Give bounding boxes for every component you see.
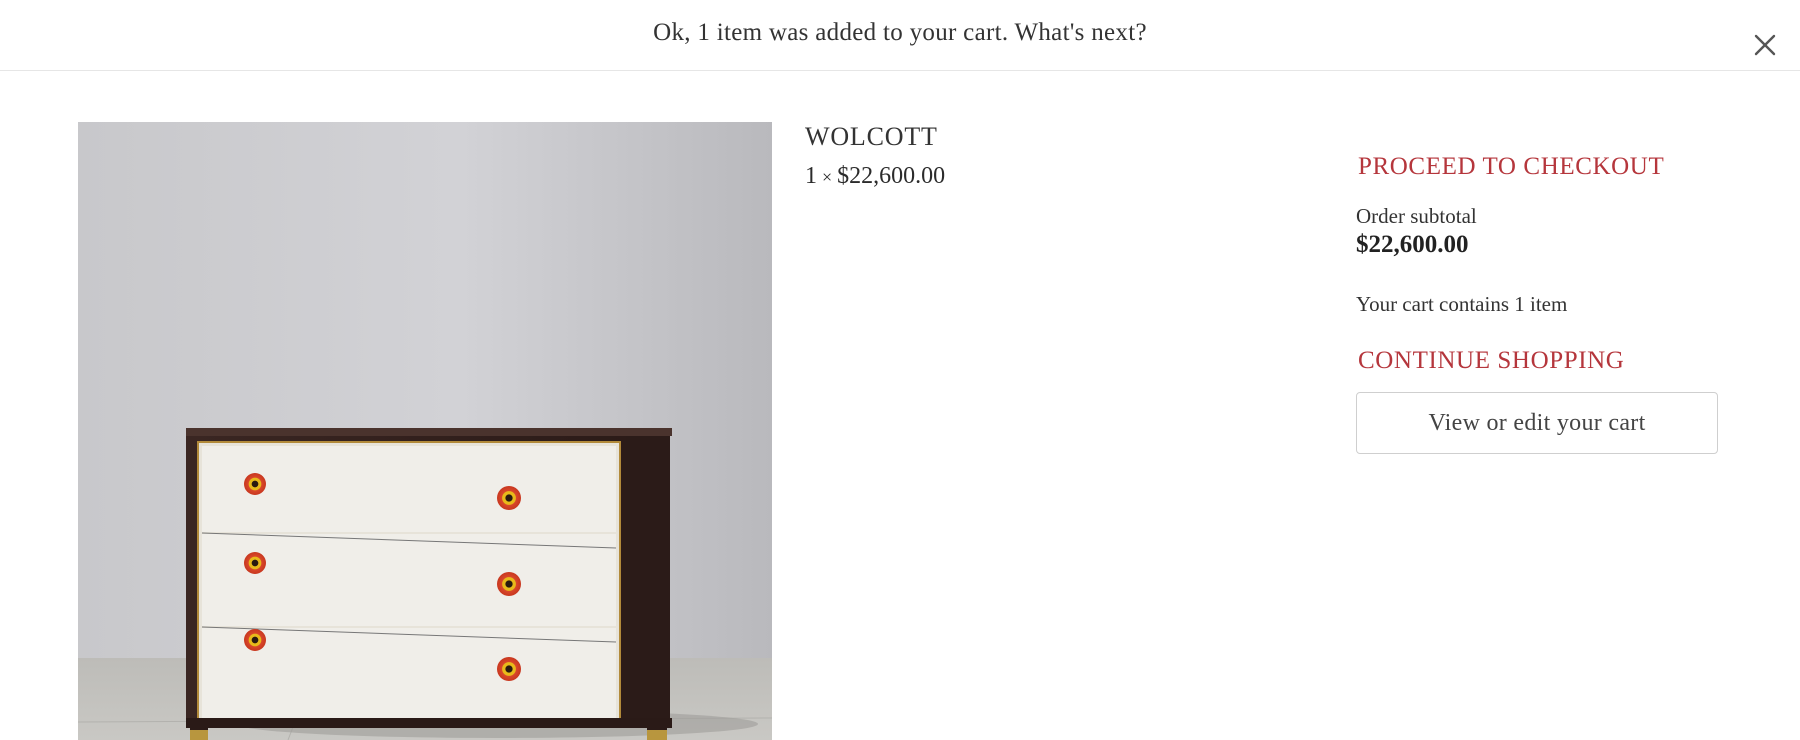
product-name-link[interactable]: WOLCOTT — [805, 120, 945, 154]
notification-message: Ok, 1 item was added to your cart. What'… — [653, 19, 1147, 46]
times-symbol: × — [822, 167, 833, 187]
product-price: $22,600.00 — [837, 163, 946, 189]
continue-shopping-link[interactable]: CONTINUE SHOPPING — [1356, 344, 1624, 378]
cart-notification-bar: Ok, 1 item was added to your cart. What'… — [0, 0, 1800, 71]
product-quantity: 1 — [805, 163, 817, 189]
dresser-image — [78, 122, 772, 740]
product-info: WOLCOTT 1 × $22,600.00 — [805, 120, 945, 193]
product-quantity-price: 1 × $22,600.00 — [805, 160, 945, 193]
proceed-to-checkout-link[interactable]: PROCEED TO CHECKOUT — [1356, 150, 1664, 184]
view-edit-cart-button[interactable]: View or edit your cart — [1356, 392, 1718, 454]
cart-item-count: Your cart contains 1 item — [1356, 292, 1568, 316]
close-icon — [1754, 34, 1776, 56]
product-image[interactable] — [78, 122, 772, 740]
order-subtotal-value: $22,600.00 — [1356, 231, 1469, 258]
order-subtotal-label: Order subtotal — [1356, 204, 1477, 228]
cart-actions: PROCEED TO CHECKOUT Order subtotal $22,6… — [1356, 150, 1718, 454]
close-button[interactable] — [1748, 28, 1778, 58]
